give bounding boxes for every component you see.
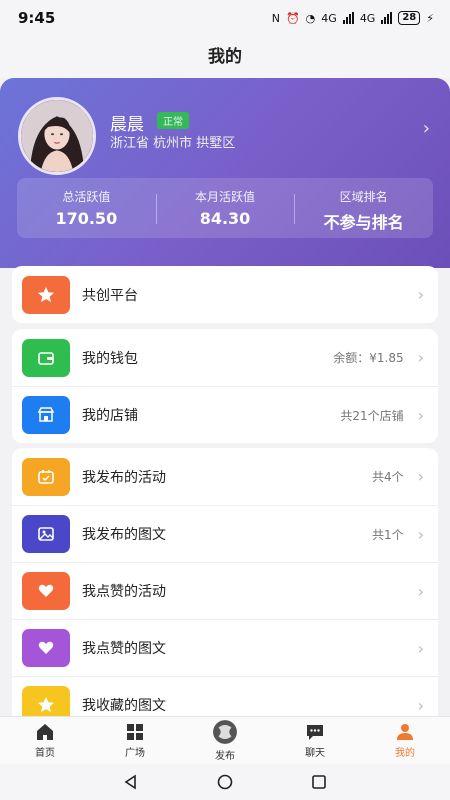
wifi-icon: ◔ — [305, 11, 316, 25]
stats-box: 总活跃值 170.50 本月活跃值 84.30 区域排名 不参与排名 — [17, 178, 433, 238]
avatar[interactable] — [18, 97, 96, 175]
tab-chat[interactable]: 聊天 — [270, 717, 360, 764]
star-icon — [22, 686, 70, 718]
menu-item-my-activities[interactable]: 我发布的活动 共4个 › — [12, 448, 438, 505]
chevron-right-icon: › — [417, 348, 424, 367]
menu-item-label: 我发布的活动 — [82, 469, 166, 486]
chevron-right-icon[interactable]: › — [423, 118, 430, 139]
menu-item-label: 我的钱包 — [82, 350, 138, 367]
menu-group-finance: 我的钱包 余额：¥1.85 › 我的店铺 共21个店铺 › — [12, 329, 438, 443]
system-nav-bar — [0, 764, 450, 800]
chevron-right-icon: › — [417, 405, 424, 425]
bottom-tab-bar: 首页 广场 发布 聊天 我的 — [0, 716, 450, 764]
stat-region-rank: 区域排名 不参与排名 — [294, 178, 433, 238]
tab-label: 聊天 — [305, 748, 325, 759]
chevron-right-icon: › — [417, 467, 424, 486]
menu-item-wallet[interactable]: 我的钱包 余额：¥1.85 › — [12, 329, 438, 386]
page-title: 我的 — [0, 36, 450, 78]
menu-item-liked-activities[interactable]: 我点赞的活动 › — [12, 562, 438, 619]
menu-item-label: 我收藏的图文 — [82, 698, 166, 714]
chevron-right-icon: › — [417, 638, 424, 658]
status-time: 9:45 — [18, 9, 56, 27]
tab-home[interactable]: 首页 — [0, 717, 90, 764]
publish-icon — [213, 720, 237, 744]
image-icon — [22, 515, 70, 553]
chevron-right-icon: › — [417, 524, 424, 544]
home-circle-icon[interactable] — [217, 774, 233, 790]
home-icon — [37, 724, 53, 740]
wallet-balance: 余额：¥1.85 — [333, 351, 404, 365]
wallet-icon — [22, 338, 70, 377]
menu-item-label: 我发布的图文 — [82, 527, 166, 543]
back-icon[interactable] — [123, 774, 139, 790]
signal-icon — [342, 12, 354, 24]
tab-label: 发布 — [215, 751, 235, 762]
menu-group-content: 我发布的活动 共4个 › 我发布的图文 共1个 › 我点赞的活动 › 我点赞的图… — [12, 448, 438, 718]
stat-total-activity: 总活跃值 170.50 — [17, 178, 156, 238]
battery-indicator: 28 — [398, 11, 421, 25]
stat-value: 84.30 — [199, 209, 251, 228]
nfc-icon: N — [271, 11, 280, 25]
profile-card[interactable]: 晨晨 正常 浙江省 杭州市 拱墅区 › 总活跃值 170.50 本月活跃值 84… — [0, 78, 450, 268]
stat-label: 总活跃值 — [62, 190, 111, 204]
activity-count: 共4个 — [371, 470, 404, 484]
status-icons: N ⏰ ◔ 4G 4G 28 ⚡ — [272, 11, 434, 25]
menu-item-label: 我点赞的图文 — [82, 641, 166, 657]
status-badge: 正常 — [157, 112, 189, 129]
stat-monthly-activity: 本月活跃值 84.30 — [155, 178, 295, 238]
profile-location: 浙江省 杭州市 拱墅区 — [110, 136, 236, 151]
heart-icon — [22, 572, 70, 610]
person-icon — [397, 724, 413, 740]
menu-item-label: 我的店铺 — [82, 408, 138, 424]
grid-icon — [127, 724, 143, 740]
network-label: 4G — [321, 11, 337, 25]
stat-value: 170.50 — [55, 209, 118, 228]
menu-item-my-posts[interactable]: 我发布的图文 共1个 › — [12, 505, 438, 562]
tab-label: 首页 — [35, 748, 55, 759]
stat-label: 区域排名 — [339, 190, 388, 204]
status-bar: 9:45 N ⏰ ◔ 4G 4G 28 ⚡ — [0, 0, 450, 36]
tab-square[interactable]: 广场 — [90, 717, 180, 764]
post-count: 共1个 — [371, 527, 404, 542]
menu-item-co-creation[interactable]: 共创平台 › — [12, 266, 438, 323]
network-label-2: 4G — [359, 11, 376, 25]
recents-icon[interactable] — [311, 774, 327, 790]
store-icon — [22, 396, 70, 434]
star-icon — [22, 275, 70, 314]
menu-item-store[interactable]: 我的店铺 共21个店铺 › — [12, 386, 438, 443]
charging-icon: ⚡ — [426, 11, 434, 25]
menu-item-label: 我点赞的活动 — [82, 584, 166, 600]
stat-label: 本月活跃值 — [195, 190, 256, 204]
alarm-icon: ⏰ — [285, 11, 300, 25]
tab-label: 我的 — [395, 748, 415, 759]
calendar-icon — [22, 457, 70, 496]
menu-item-saved-posts[interactable]: 我收藏的图文 › — [12, 676, 438, 718]
heart-icon — [22, 629, 70, 667]
store-count: 共21个店铺 — [340, 408, 404, 423]
menu-item-liked-posts[interactable]: 我点赞的图文 › — [12, 619, 438, 676]
chat-icon — [307, 725, 323, 740]
tab-mine[interactable]: 我的 — [360, 717, 450, 764]
chevron-right-icon: › — [417, 581, 424, 601]
tab-publish[interactable]: 发布 — [180, 717, 270, 764]
stat-value: 不参与排名 — [323, 213, 404, 232]
chevron-right-icon: › — [417, 695, 424, 715]
chevron-right-icon: › — [417, 285, 424, 304]
tab-label: 广场 — [125, 748, 145, 759]
signal-icon-2 — [381, 12, 393, 24]
menu-item-label: 共创平台 — [82, 287, 138, 304]
menu-group-platform: 共创平台 › — [12, 266, 438, 323]
